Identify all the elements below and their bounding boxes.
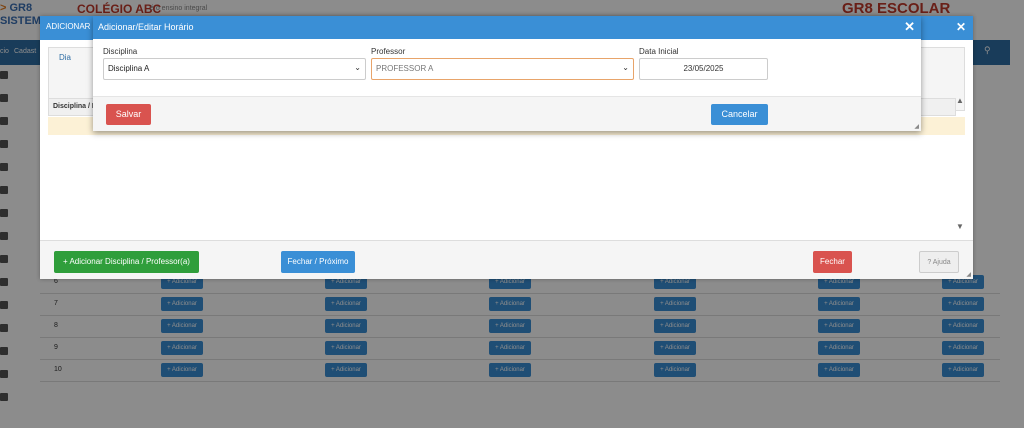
chevron-down-icon: ⌄ <box>354 63 361 72</box>
resize-handle-icon[interactable]: ◢ <box>914 123 919 130</box>
professor-select[interactable]: PROFESSOR A ⌄ <box>371 58 634 80</box>
chevron-down-icon: ⌄ <box>622 63 629 72</box>
resize-handle-icon[interactable]: ◢ <box>966 271 971 278</box>
close-next-button[interactable]: Fechar / Próximo <box>281 251 355 273</box>
cancel-button[interactable]: Cancelar <box>711 104 768 125</box>
disciplina-select[interactable]: Disciplina A ⌄ <box>103 58 366 80</box>
disciplina-value: Disciplina A <box>108 64 150 73</box>
dia-label: Dia <box>59 53 72 62</box>
data-inicial-input[interactable]: 23/05/2025 <box>639 58 768 80</box>
professor-label: Professor <box>371 47 406 56</box>
scroll-up-icon[interactable]: ▲ <box>956 96 964 105</box>
edit-schedule-modal: Adicionar/Editar Horário ✕ Disciplina Di… <box>93 16 921 131</box>
scroll-down-icon[interactable]: ▼ <box>956 222 964 231</box>
close-icon[interactable]: ✕ <box>904 19 915 35</box>
professor-value: PROFESSOR A <box>376 64 434 73</box>
modal-title: ADICIONAR <box>46 22 91 31</box>
close-button[interactable]: Fechar <box>813 251 852 273</box>
modal-footer: + Adicionar Disciplina / Professor(a) Fe… <box>40 240 973 279</box>
modal-footer: Salvar Cancelar ◢ <box>93 96 921 131</box>
close-icon[interactable]: ✕ <box>956 20 966 34</box>
modal-title: Adicionar/Editar Horário <box>98 22 194 32</box>
disciplina-label: Disciplina <box>103 47 138 56</box>
column-header: Disciplina / P <box>53 103 97 110</box>
help-button[interactable]: ? Ajuda <box>919 251 959 273</box>
modal-title-bar: Adicionar/Editar Horário ✕ <box>93 16 921 39</box>
add-discipline-button[interactable]: + Adicionar Disciplina / Professor(a) <box>54 251 199 273</box>
save-button[interactable]: Salvar <box>106 104 151 125</box>
data-inicial-label: Data Inicial <box>639 47 679 56</box>
